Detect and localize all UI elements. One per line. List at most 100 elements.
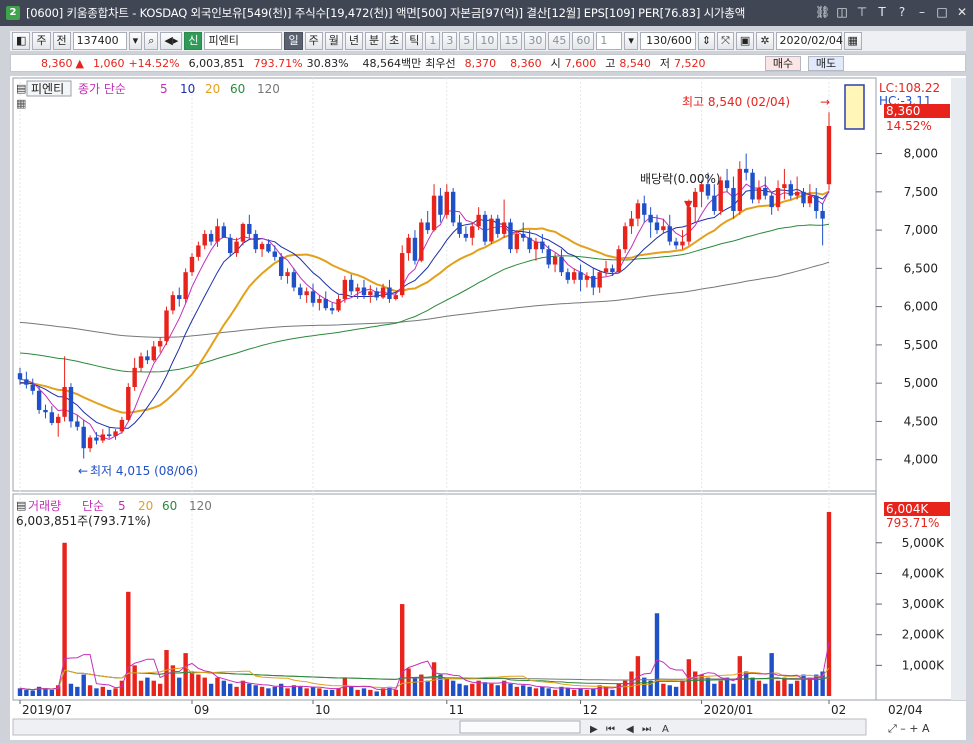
volume-bar-down	[508, 683, 513, 696]
volume-bar-up	[87, 685, 93, 696]
zoom-in-icon[interactable]: ⇕	[697, 32, 716, 50]
candle-up	[489, 218, 494, 242]
sell-button[interactable]: 매도	[808, 56, 844, 71]
candle-down	[177, 295, 182, 299]
minute-10-button[interactable]: 10	[476, 32, 499, 50]
candle-up	[113, 431, 118, 436]
minute-1-button[interactable]: 1	[425, 32, 441, 50]
count-select[interactable]: 1	[596, 32, 623, 50]
candle-up	[737, 168, 743, 211]
period-second-tab[interactable]: 초	[385, 32, 404, 50]
period-year-tab[interactable]: 년	[344, 32, 363, 50]
candle-down	[743, 168, 749, 173]
volume-legend-box-icon: ▤	[16, 499, 26, 512]
volume-bar-down	[349, 686, 354, 696]
candle-down	[75, 421, 80, 427]
volume-bar-down	[49, 689, 55, 696]
minute-5-button[interactable]: 5	[459, 32, 475, 50]
volume-tick-label: 4,000K	[902, 566, 945, 580]
candle-down	[788, 184, 793, 196]
layout-icon[interactable]: ◧	[12, 32, 31, 50]
candle-up	[100, 434, 106, 441]
candle-down	[724, 180, 730, 189]
volume-bar-up	[400, 604, 405, 696]
volume-bar-down	[743, 671, 749, 696]
stock-code-input[interactable]: 137400	[72, 32, 127, 50]
scroll-left-icon[interactable]: ◀	[626, 724, 634, 735]
count-display[interactable]: 130/600	[639, 32, 696, 50]
zoom-out-icon[interactable]: ⤧	[717, 32, 734, 50]
candle-down	[750, 172, 755, 200]
period-month-tab[interactable]: 월	[324, 32, 343, 50]
volume-bar-up	[126, 591, 131, 696]
candle-down	[253, 233, 258, 250]
minimize-icon[interactable]: –	[915, 4, 929, 20]
volume-value-line: 6,003,851주(793.71%)	[16, 514, 151, 528]
count-dropdown-icon[interactable]: ▾	[624, 32, 638, 50]
volume-bar-up	[616, 683, 621, 696]
grid-toggle-icon[interactable]: ▦	[16, 97, 26, 110]
calendar-icon[interactable]: ▦	[843, 32, 862, 50]
candle-up	[756, 188, 762, 200]
scroll-end-icon[interactable]: ⏭	[642, 724, 651, 735]
close-icon[interactable]: ✕	[955, 4, 969, 20]
candle-up	[304, 291, 309, 296]
pin-icon[interactable]: ⊤	[855, 4, 869, 20]
volume-bar-down	[667, 685, 672, 696]
candle-up	[470, 226, 475, 238]
candle-down	[731, 188, 736, 211]
scroll-right-icon[interactable]: ▶	[590, 724, 598, 735]
minute-30-button[interactable]: 30	[524, 32, 547, 50]
candle-down	[482, 214, 488, 242]
period-week-button[interactable]: 주	[32, 32, 51, 50]
code-dropdown-icon[interactable]: ▾	[128, 32, 143, 50]
link-icon[interactable]: ⛓	[815, 4, 830, 20]
volume-bar-down	[374, 691, 379, 696]
volume-bar-up	[756, 680, 762, 696]
minute-60-button[interactable]: 60	[572, 32, 595, 50]
period-tick-tab[interactable]: 틱	[405, 32, 424, 50]
scrollbar-thumb[interactable]	[459, 720, 581, 734]
candle-down	[769, 195, 774, 208]
text-icon[interactable]: T	[875, 4, 889, 20]
candle-up	[240, 223, 246, 242]
scroll-start-icon[interactable]: ⏮	[606, 724, 615, 735]
volume-bar-down	[43, 688, 48, 696]
maximize-icon[interactable]: □	[935, 4, 949, 20]
buy-button[interactable]: 매수	[765, 56, 801, 71]
minute-15-button[interactable]: 15	[500, 32, 523, 50]
help-icon[interactable]: ?	[895, 4, 909, 20]
candle-up	[603, 268, 609, 273]
settings-icon[interactable]: ✲	[756, 32, 774, 50]
prev-button[interactable]: 전	[52, 32, 71, 50]
date-input[interactable]: 2020/02/04	[775, 32, 843, 50]
volume-bar-down	[450, 680, 456, 696]
volume-bar-down	[298, 686, 303, 696]
candle-up	[782, 184, 787, 189]
save-icon[interactable]: ▣	[735, 32, 755, 50]
period-week-tab[interactable]: 주	[304, 32, 323, 50]
change-percent: +14.52%	[128, 56, 180, 70]
period-day-button[interactable]: 일	[284, 32, 303, 50]
restore-icon[interactable]: ◫	[835, 4, 849, 20]
font-size-icon[interactable]: A	[662, 724, 669, 735]
candle-down	[820, 210, 825, 219]
minute-3-button[interactable]: 3	[442, 32, 458, 50]
volume-bar-down	[208, 683, 214, 696]
low-price: 7,520	[674, 56, 706, 70]
candle-down	[495, 218, 500, 234]
candle-up	[138, 356, 144, 368]
minute-45-button[interactable]: 45	[548, 32, 571, 50]
volume-legend-label: 거래량	[28, 499, 61, 513]
chart-scrollbar[interactable]	[12, 718, 867, 736]
volume-bar-up	[202, 677, 207, 696]
period-minute-tab[interactable]: 분	[364, 32, 384, 50]
stock-chart-svg[interactable]: 4,000 4,500 5,000 5,500 6,000 6,500 7,000 7,500…	[10, 76, 966, 740]
sound-icon[interactable]: ◀▸	[160, 32, 183, 50]
search-icon[interactable]: ⌕	[144, 32, 159, 50]
new-badge: 신	[184, 32, 203, 50]
volume-bar-up	[113, 688, 118, 696]
trade-amount: 48,564백만	[362, 57, 422, 70]
zoom-reset-icon[interactable]: ⤢ – + A	[888, 722, 930, 735]
volume-bar-down	[17, 688, 23, 696]
